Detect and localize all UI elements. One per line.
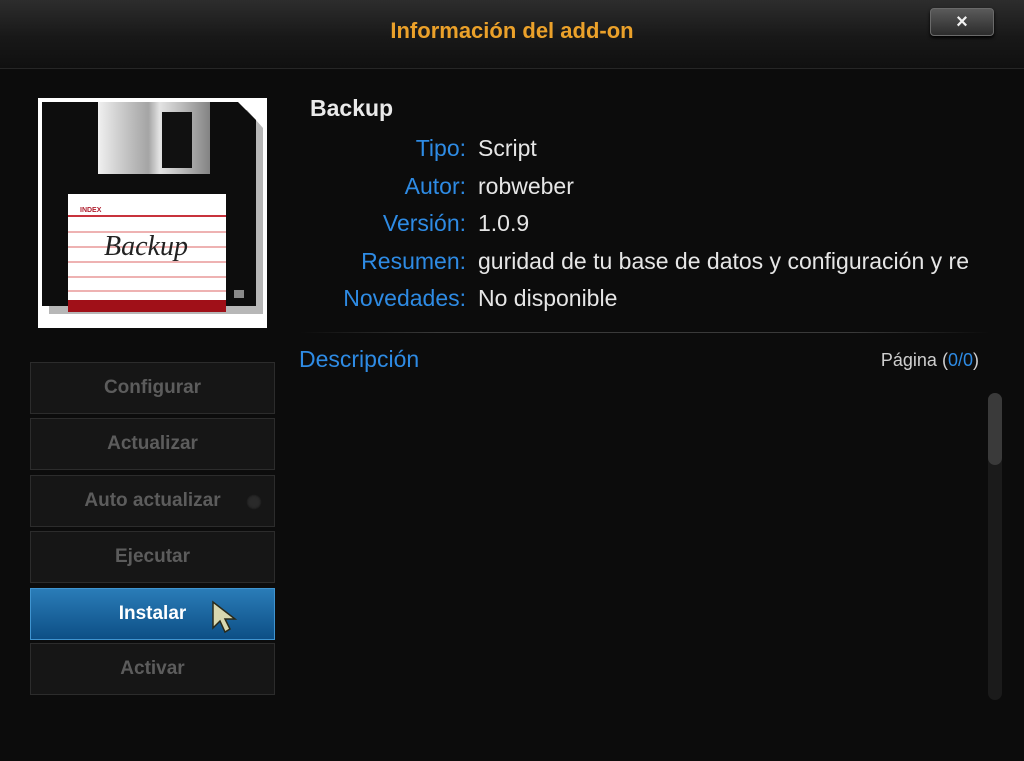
run-button-label: Ejecutar — [115, 546, 190, 567]
description-title: Descripción — [299, 346, 420, 372]
info-label-summary: Resumen: — [361, 248, 466, 274]
auto-update-button[interactable]: Auto actualizar — [30, 475, 275, 527]
info-row-summary: Resumen: guridad de tu base de datos y c… — [200, 248, 980, 278]
info-label-version: Versión: — [382, 210, 466, 236]
pointer-cursor-icon — [210, 600, 238, 639]
page-close-paren: ) — [973, 350, 979, 370]
addon-name: Backup — [310, 95, 394, 121]
enable-button-label: Activar — [120, 658, 185, 679]
info-value-version: 1.0.9 — [478, 210, 530, 236]
page-label: Página — [880, 350, 937, 370]
configure-button[interactable]: Configurar — [30, 362, 275, 414]
run-button[interactable]: Ejecutar — [30, 531, 275, 583]
scrollbar-thumb[interactable] — [988, 393, 1002, 465]
info-label-type: Tipo: — [415, 135, 466, 161]
close-icon: × — [956, 10, 968, 33]
dialog-title: Información del add-on — [390, 18, 634, 43]
info-row-version: Versión: 1.0.9 — [200, 210, 980, 240]
thumbnail-index-label: INDEX — [80, 207, 102, 214]
info-value-news: No disponible — [478, 285, 618, 311]
info-row-news: Novedades: No disponible — [200, 285, 980, 315]
info-row-author: Autor: robweber — [200, 173, 980, 203]
install-button[interactable]: Instalar — [30, 588, 275, 640]
dialog-titlebar: Información del add-on × — [0, 0, 1024, 69]
thumbnail-handwritten-label: Backup — [104, 231, 188, 262]
auto-update-toggle-icon[interactable] — [246, 494, 262, 510]
info-value-author: robweber — [478, 173, 574, 199]
update-button-label: Actualizar — [107, 433, 198, 454]
summary-scrolling-text: guridad de tu base de datos y configurac… — [478, 248, 969, 274]
auto-update-button-label: Auto actualizar — [84, 490, 221, 511]
enable-button[interactable]: Activar — [30, 643, 275, 695]
info-label-news: Novedades: — [343, 285, 466, 311]
info-row-type: Tipo: Script — [200, 135, 980, 165]
info-label-author: Autor: — [404, 173, 466, 199]
info-value-type: Script — [478, 135, 537, 161]
description-scrollbar[interactable] — [988, 393, 1002, 700]
page-number: 0/0 — [947, 350, 973, 370]
section-divider — [300, 332, 990, 333]
close-button[interactable]: × — [930, 8, 994, 36]
info-value-summary: guridad de tu base de datos y configurac… — [478, 248, 972, 275]
configure-button-label: Configurar — [103, 377, 202, 398]
install-button-label: Instalar — [118, 603, 187, 624]
page-indicator: Página (0/0) — [881, 350, 979, 371]
update-button[interactable]: Actualizar — [30, 418, 275, 470]
